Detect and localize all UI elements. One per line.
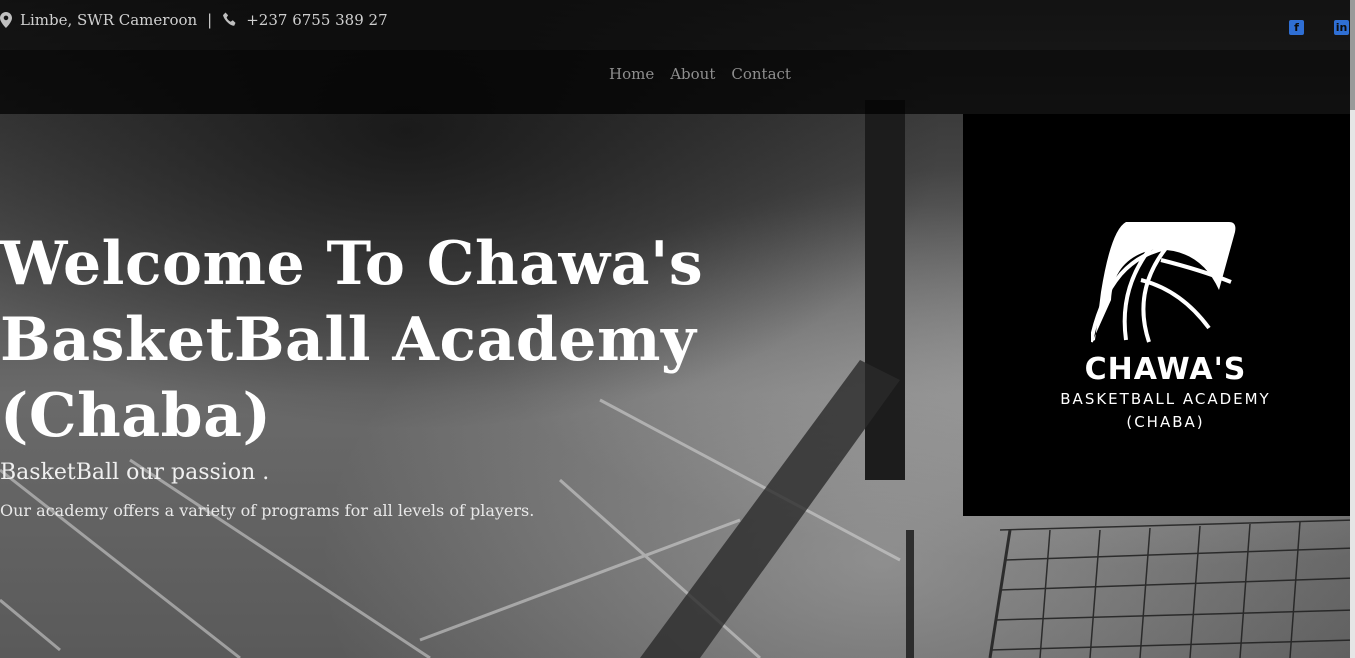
contact-info: Limbe, SWR Cameroon | +237 6755 389 27 [0, 11, 388, 29]
logo-subtitle-abbrev: (CHABA) [1126, 413, 1205, 431]
social-links: f in [1289, 20, 1349, 35]
hero-description: Our academy offers a variety of programs… [0, 501, 535, 520]
linkedin-icon[interactable]: in [1334, 20, 1349, 35]
separator: | [207, 11, 213, 29]
logo-title: CHAWA'S [1084, 352, 1247, 387]
nav-menu: Home About Contact [609, 65, 791, 83]
logo-subtitle: BASKETBALL ACADEMY [1060, 390, 1271, 408]
facebook-icon[interactable]: f [1289, 20, 1304, 35]
hero-title: Welcome To Chawa's BasketBall Academy (C… [0, 229, 704, 451]
scrollbar-thumb[interactable] [1350, 0, 1355, 110]
hero-tagline: BasketBall our passion . [0, 460, 270, 485]
page: Limbe, SWR Cameroon | +237 6755 389 27 f… [0, 0, 1355, 658]
academy-logo: CHAWA'S BASKETBALL ACADEMY (CHABA) [963, 114, 1350, 516]
main-navbar: Home About Contact [0, 50, 1350, 114]
nav-item-home[interactable]: Home [609, 65, 654, 83]
top-info-bar: Limbe, SWR Cameroon | +237 6755 389 27 f… [0, 0, 1355, 50]
map-marker-icon [0, 12, 12, 28]
nav-item-about[interactable]: About [670, 65, 715, 83]
phone-number[interactable]: +237 6755 389 27 [246, 11, 387, 29]
location-text: Limbe, SWR Cameroon [20, 11, 198, 29]
nav-item-contact[interactable]: Contact [731, 65, 791, 83]
page-scrollbar[interactable] [1350, 0, 1355, 658]
hero-section: Welcome To Chawa's BasketBall Academy (C… [0, 226, 920, 520]
phone-icon [222, 12, 238, 28]
basketball-logo-icon [1091, 222, 1236, 343]
